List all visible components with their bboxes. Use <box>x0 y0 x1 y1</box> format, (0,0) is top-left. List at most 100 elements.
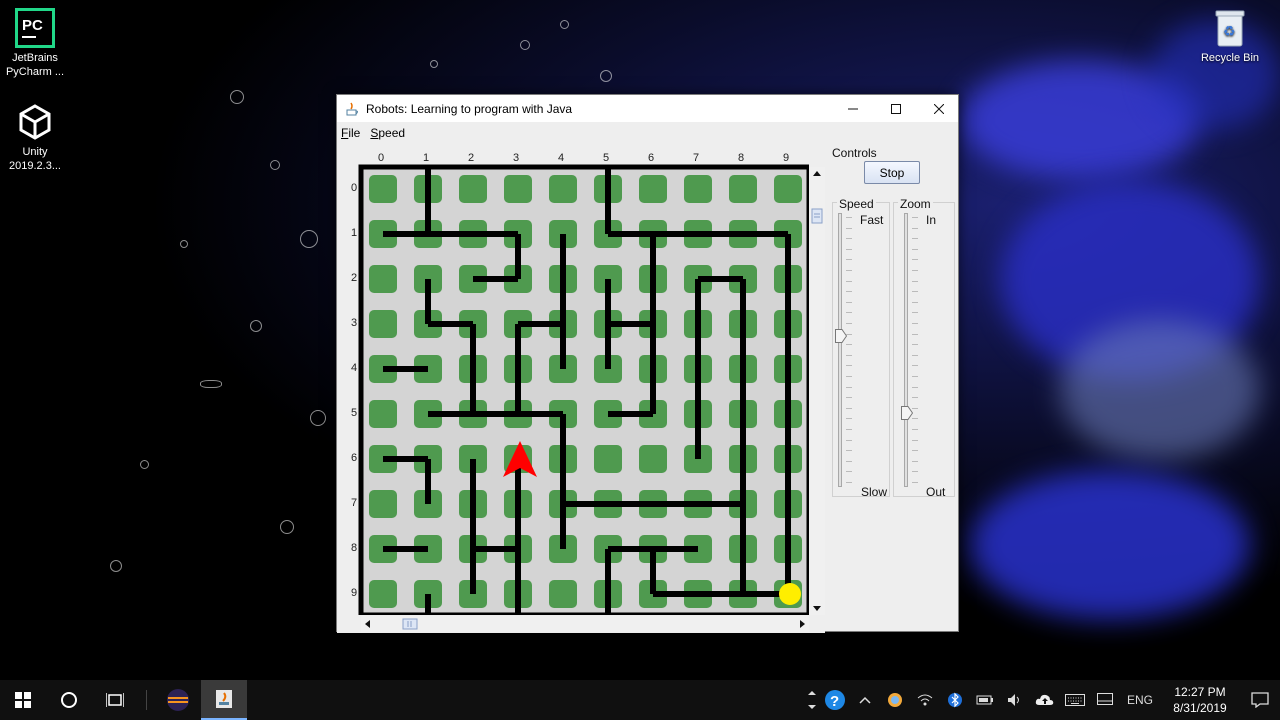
slider-tick <box>912 312 918 314</box>
maze-canvas[interactable]: 0 1 2 3 4 5 6 7 8 9 0 1 2 3 4 5 6 7 8 9 <box>337 145 809 615</box>
slider-tick <box>846 471 852 473</box>
taskbar: ? ENG 12:27 PM 8/31/2019 <box>0 680 1280 720</box>
maze-tile <box>684 175 712 203</box>
row-label: 3 <box>351 317 357 329</box>
maze-tile <box>639 175 667 203</box>
network-button[interactable] <box>910 680 940 720</box>
display-icon <box>1097 693 1113 705</box>
unity-label: Unity <box>22 146 48 158</box>
slider-tick <box>846 450 852 452</box>
maze-tile <box>639 445 667 473</box>
search-button[interactable] <box>46 680 92 720</box>
tray-app[interactable] <box>880 680 910 720</box>
windows-icon <box>15 692 31 708</box>
onedrive-button[interactable] <box>1030 680 1060 720</box>
column-label: 0 <box>378 152 384 164</box>
slider-tick <box>846 291 852 293</box>
taskbar-eclipse[interactable] <box>155 680 201 720</box>
row-label: 8 <box>351 542 357 554</box>
touch-keyboard-button[interactable] <box>1060 680 1090 720</box>
slider-tick <box>912 270 918 271</box>
bluetooth-button[interactable] <box>940 680 970 720</box>
horizontal-scrollbar[interactable] <box>361 616 809 632</box>
minimize-button[interactable] <box>831 95 874 122</box>
slider-tick <box>912 376 918 377</box>
slider-tick <box>912 323 918 324</box>
zoom-group <box>893 202 955 497</box>
help-button[interactable]: ? <box>820 680 850 720</box>
display-button[interactable] <box>1090 680 1120 720</box>
speaker-icon <box>1008 694 1019 706</box>
row-label: 6 <box>351 452 357 464</box>
row-label: 1 <box>351 227 357 239</box>
clock[interactable]: 12:27 PM 8/31/2019 <box>1160 684 1240 716</box>
slider-tick <box>846 323 852 324</box>
keyboard-icon <box>1065 694 1085 706</box>
pycharm-shortcut[interactable]: PC JetBrains PyCharm ... <box>0 8 70 79</box>
stop-button[interactable]: Stop <box>864 161 920 184</box>
bluetooth-icon <box>948 692 962 708</box>
taskbar-java-app[interactable] <box>201 680 247 720</box>
maximize-button[interactable] <box>874 95 917 122</box>
java-icon <box>346 102 358 115</box>
scroll-up-icon <box>813 171 821 176</box>
help-icon: ? <box>825 690 845 710</box>
window-title: Robots: Learning to program with Java <box>366 101 573 116</box>
start-button[interactable] <box>0 680 46 720</box>
volume-button[interactable] <box>1000 680 1030 720</box>
slider-tick <box>846 397 852 399</box>
scroll-down-icon <box>813 606 821 611</box>
slider-tick <box>912 407 918 409</box>
maze-margin <box>337 145 361 615</box>
svg-text:PC: PC <box>22 17 43 34</box>
row-label: 4 <box>351 362 357 374</box>
search-circle-icon <box>61 692 77 708</box>
zoom-slider-track[interactable] <box>904 213 908 487</box>
close-button[interactable] <box>917 95 960 122</box>
slider-tick <box>846 418 852 420</box>
horizontal-scrollbar-track <box>365 618 805 630</box>
system-tray: ? ENG 12:27 PM 8/31/2019 <box>804 680 1280 720</box>
slider-tick <box>846 376 852 377</box>
unity-shortcut[interactable]: Unity 2019.2.3... <box>0 102 70 173</box>
tray-chevron[interactable] <box>804 680 820 720</box>
wifi-icon <box>917 694 933 706</box>
speed-slider-track[interactable] <box>838 213 842 487</box>
action-center-button[interactable] <box>1240 680 1280 720</box>
maze-tile <box>459 175 487 203</box>
chevron-up-icon <box>859 696 871 704</box>
wallpaper-flame <box>1060 320 1260 460</box>
clock-time: 12:27 PM <box>1174 685 1226 699</box>
vertical-scrollbar-track <box>811 171 823 611</box>
slider-tick <box>912 301 918 303</box>
show-hidden-icons[interactable] <box>850 680 880 720</box>
column-label: 2 <box>468 152 474 164</box>
slider-tick <box>912 397 918 399</box>
goal-marker <box>779 583 801 605</box>
task-view-button[interactable] <box>92 680 138 720</box>
row-label: 0 <box>351 182 357 194</box>
wallpaper-flame <box>970 470 1250 620</box>
column-label: 1 <box>423 152 429 164</box>
maximize-icon <box>890 103 901 114</box>
maze-tile <box>594 445 622 473</box>
zoom-label: Zoom <box>898 197 933 211</box>
slider-tick <box>846 259 852 261</box>
slider-tick <box>912 439 918 441</box>
close-icon <box>933 103 944 114</box>
vertical-scrollbar[interactable] <box>809 167 825 615</box>
scroll-left-icon <box>365 620 370 628</box>
slider-tick <box>912 238 918 240</box>
speed-slider-thumb[interactable] <box>835 329 847 344</box>
battery-button[interactable] <box>970 680 1000 720</box>
menu-file[interactable]: File <box>341 126 360 140</box>
input-language[interactable]: ENG <box>1120 680 1160 720</box>
eclipse-icon <box>167 689 189 711</box>
clock-date: 8/31/2019 <box>1173 701 1227 715</box>
slider-tick <box>912 344 918 346</box>
menu-speed[interactable]: Speed <box>370 126 405 140</box>
slider-tick <box>846 227 852 229</box>
recycle-bin-shortcut[interactable]: ♻ Recycle Bin <box>1195 8 1265 65</box>
slider-tick <box>846 386 852 388</box>
title-bar[interactable]: Robots: Learning to program with Java <box>337 95 958 122</box>
